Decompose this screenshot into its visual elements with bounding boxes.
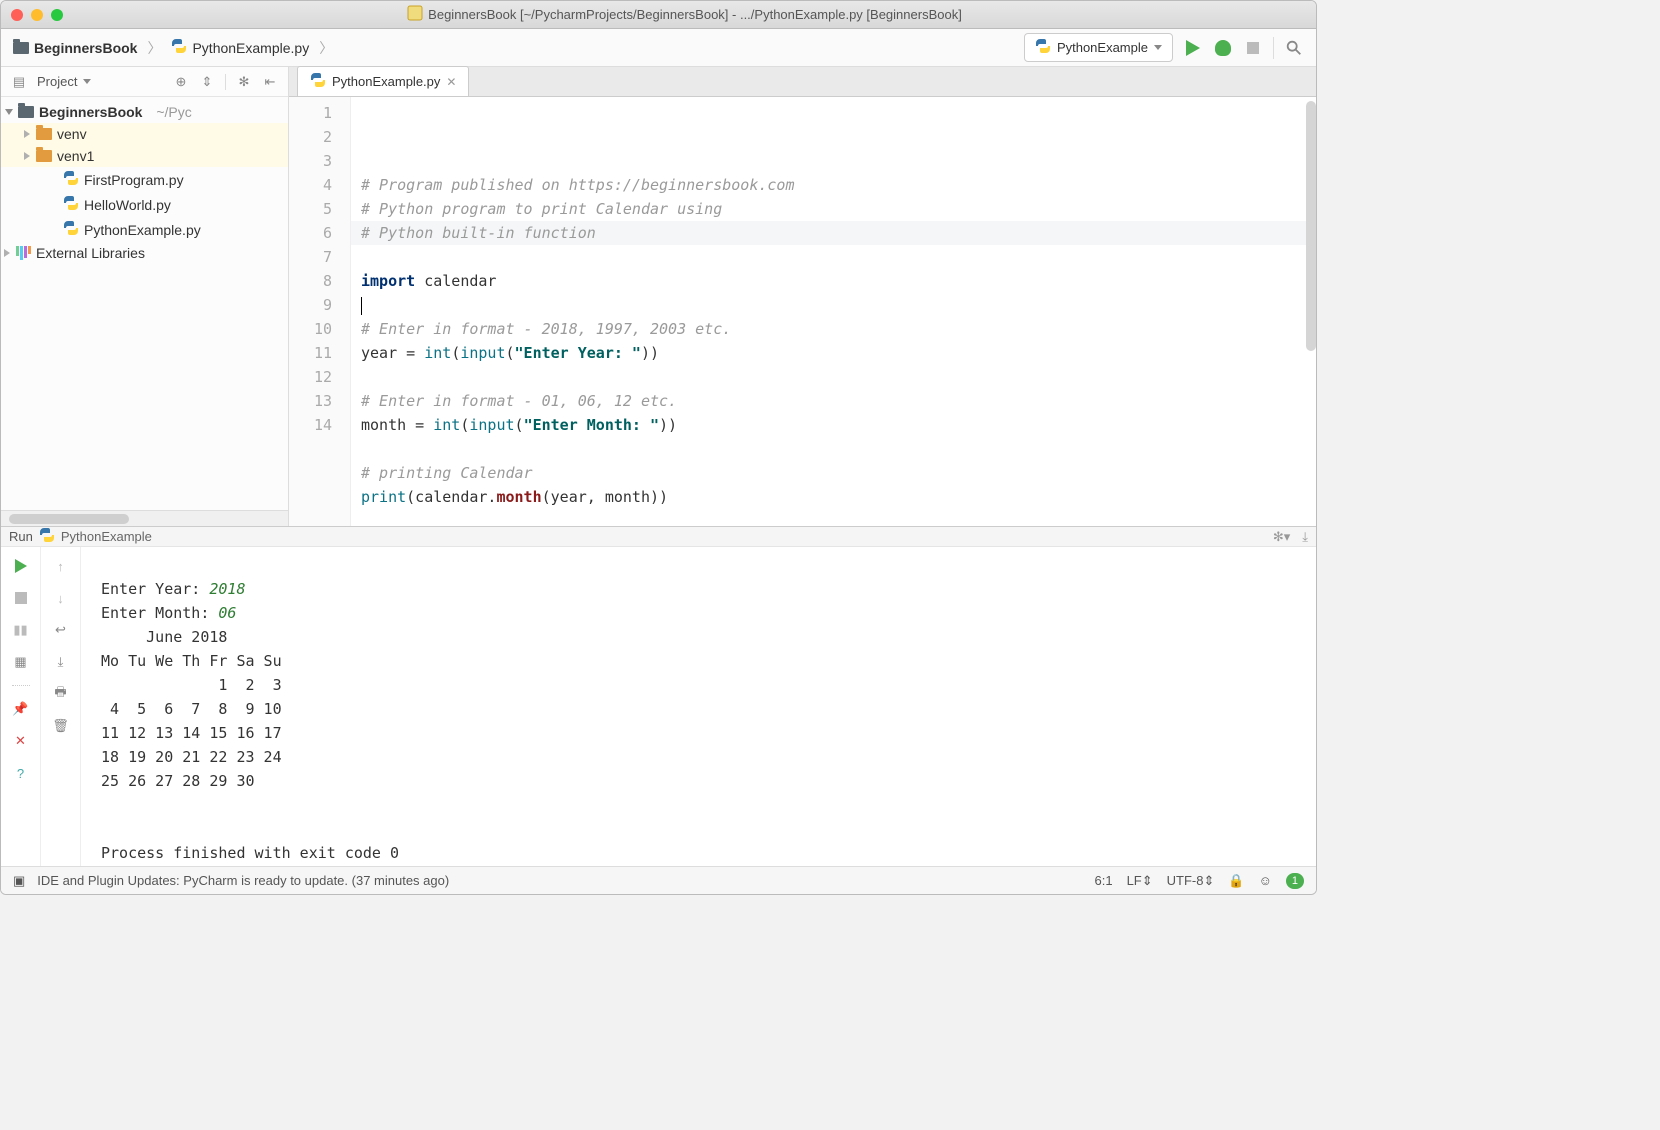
run-button[interactable] <box>1183 38 1203 58</box>
project-view-label[interactable]: Project <box>37 74 77 89</box>
clear-all-icon[interactable]: 🗑 <box>52 717 70 735</box>
collapse-all-icon[interactable]: ⇕ <box>199 74 215 90</box>
maximize-window-button[interactable] <box>51 9 63 21</box>
export-icon[interactable]: ⤓ <box>1302 529 1308 545</box>
disclosure-right-icon[interactable] <box>24 152 30 160</box>
run-label[interactable]: Run <box>9 529 33 544</box>
editor-vscroll[interactable] <box>1306 101 1316 351</box>
pause-button[interactable]: ▮▮ <box>12 621 30 639</box>
python-icon <box>171 38 187 57</box>
python-icon <box>1035 38 1051 57</box>
folder-icon <box>36 150 52 162</box>
dump-threads-icon[interactable]: ▦ <box>12 653 30 671</box>
folder-icon <box>18 106 34 118</box>
hide-icon[interactable]: ⇤ <box>262 74 278 90</box>
debug-button[interactable] <box>1213 38 1233 58</box>
tree-external-libraries[interactable]: External Libraries <box>1 242 288 264</box>
python-icon <box>63 220 79 239</box>
tree-file[interactable]: FirstProgram.py <box>1 167 288 192</box>
disclosure-right-icon[interactable] <box>4 249 10 257</box>
project-tool-window: ▤ Project ⊕ ⇕ ✻ ⇤ BeginnersBook ~/Pyc <box>1 67 289 526</box>
title-bar: BeginnersBook [~/PycharmProjects/Beginne… <box>1 1 1316 29</box>
window-title: BeginnersBook [~/PycharmProjects/Beginne… <box>63 5 1306 24</box>
tree-root[interactable]: BeginnersBook ~/Pyc <box>1 101 288 123</box>
code-editor[interactable]: 1234567891011121314 # Program published … <box>289 97 1316 526</box>
disclosure-right-icon[interactable] <box>24 130 30 138</box>
line-gutter: 1234567891011121314 <box>289 97 351 526</box>
folder-icon <box>13 42 29 54</box>
folder-icon <box>36 128 52 140</box>
run-config-name: PythonExample <box>61 529 152 544</box>
breadcrumb-file[interactable]: PythonExample.py <box>171 38 309 57</box>
tree-file[interactable]: HelloWorld.py <box>1 192 288 217</box>
close-tab-icon[interactable]: ✕ <box>446 75 456 89</box>
python-icon <box>63 195 79 214</box>
project-view-icon: ▤ <box>11 74 27 90</box>
search-everywhere-button[interactable] <box>1284 38 1304 58</box>
editor-tab[interactable]: PythonExample.py ✕ <box>297 66 469 96</box>
soft-wrap-icon[interactable]: ↩ <box>52 621 70 639</box>
console-output[interactable]: Enter Year: 2018 Enter Month: 06 June 20… <box>81 547 1316 895</box>
close-run-icon[interactable]: ✕ <box>12 732 30 750</box>
run-tool-window: Run PythonExample ✻▾ ⤓ ▮▮ ▦ 📌 ✕ ? ↑ ↓ <box>1 526 1316 866</box>
stop-button[interactable] <box>1243 38 1263 58</box>
disclosure-down-icon[interactable] <box>5 109 13 115</box>
chevron-right-icon: 〉 <box>319 38 333 58</box>
python-icon <box>39 527 55 546</box>
close-window-button[interactable] <box>11 9 23 21</box>
tree-folder-venv[interactable]: venv <box>1 123 288 145</box>
chevron-right-icon: 〉 <box>147 38 161 58</box>
gear-icon[interactable]: ✻▾ <box>1273 529 1290 545</box>
python-icon <box>310 72 326 91</box>
gear-icon[interactable]: ✻ <box>236 74 252 90</box>
locate-icon[interactable]: ⊕ <box>173 74 189 90</box>
minimize-window-button[interactable] <box>31 9 43 21</box>
tree-folder-venv1[interactable]: venv1 <box>1 145 288 167</box>
print-icon[interactable]: 🖶 <box>52 685 70 703</box>
tool-window-toggle-icon[interactable]: ▣ <box>13 873 25 889</box>
navigation-bar: BeginnersBook 〉 PythonExample.py 〉 Pytho… <box>1 29 1316 67</box>
down-stack-icon[interactable]: ↓ <box>52 589 70 607</box>
chevron-down-icon <box>1154 45 1162 50</box>
python-icon <box>63 170 79 189</box>
tree-file[interactable]: PythonExample.py <box>1 217 288 242</box>
breadcrumb-project[interactable]: BeginnersBook <box>13 40 137 56</box>
stop-run-button[interactable] <box>12 589 30 607</box>
editor-tab-bar: PythonExample.py ✕ <box>289 67 1316 97</box>
libraries-icon <box>16 246 31 260</box>
pin-icon[interactable]: 📌 <box>12 700 30 718</box>
up-stack-icon[interactable]: ↑ <box>52 557 70 575</box>
run-config-selector[interactable]: PythonExample <box>1024 33 1173 62</box>
sidebar-hscroll[interactable] <box>1 510 288 526</box>
rerun-button[interactable] <box>12 557 30 575</box>
help-icon[interactable]: ? <box>12 764 30 782</box>
scroll-to-end-icon[interactable]: ⤓ <box>52 653 70 671</box>
